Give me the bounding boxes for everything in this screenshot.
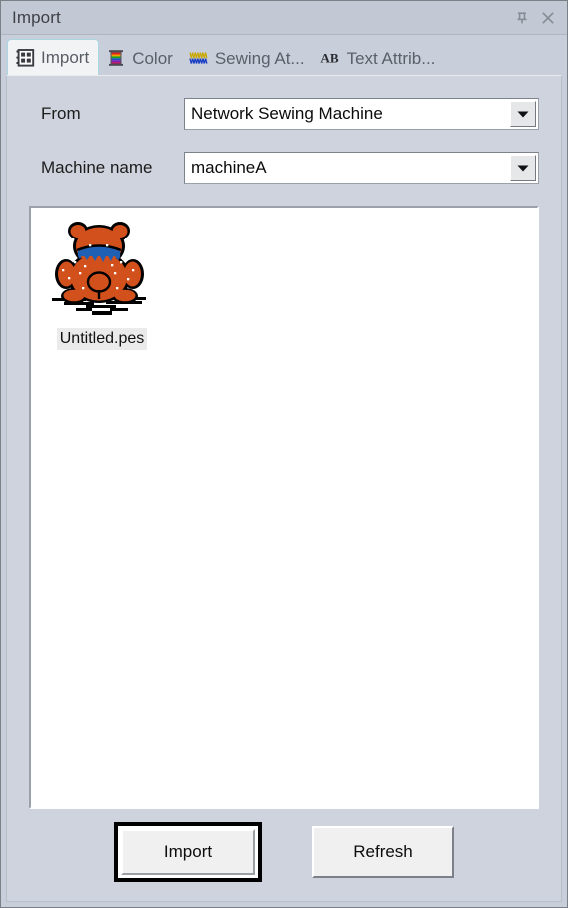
tab-import[interactable]: Import	[7, 39, 100, 75]
stitches-icon	[188, 47, 210, 69]
refresh-button[interactable]: Refresh	[312, 826, 454, 878]
svg-text:AB: AB	[320, 50, 338, 65]
dialog-button-bar: Import Refresh	[7, 809, 561, 901]
tab-sewing-attributes-label: Sewing At...	[214, 48, 305, 68]
refresh-button-label: Refresh	[353, 842, 413, 861]
design-file-list[interactable]: Untitled.pes	[29, 206, 539, 809]
from-label: From	[41, 104, 81, 123]
from-row: From Network Sewing Machine	[29, 98, 539, 130]
ab-text-icon: AB	[320, 47, 342, 69]
machine-name-dropdown[interactable]: machineA	[184, 152, 539, 184]
import-button[interactable]: Import	[121, 829, 255, 875]
tab-color[interactable]: Color	[99, 41, 182, 75]
tab-strip: Import Color Sewing At... AB Text Attrib…	[1, 35, 567, 75]
machine-name-label: Machine name	[41, 158, 153, 177]
from-dropdown-value: Network Sewing Machine	[191, 104, 383, 123]
import-dialog-window: Import Import Color Sewing At... AB Text…	[0, 0, 568, 908]
from-dropdown[interactable]: Network Sewing Machine	[184, 98, 539, 130]
title-bar: Import	[1, 1, 567, 35]
machine-name-dropdown-value: machineA	[191, 158, 267, 177]
import-button-label: Import	[163, 842, 213, 861]
thread-spool-icon	[105, 47, 127, 69]
list-item[interactable]: Untitled.pes	[41, 216, 163, 350]
tab-text-attributes[interactable]: AB Text Attrib...	[314, 41, 445, 75]
tab-text-attributes-label: Text Attrib...	[346, 48, 436, 68]
chevron-down-icon[interactable]	[510, 155, 536, 181]
chevron-down-icon[interactable]	[510, 101, 536, 127]
machine-name-row: Machine name machineA	[29, 152, 539, 184]
tab-sewing-attributes[interactable]: Sewing At...	[182, 41, 314, 75]
pin-icon[interactable]	[509, 5, 535, 31]
close-icon[interactable]	[535, 5, 561, 31]
import-source-form: From Network Sewing Machine Machine name…	[7, 76, 561, 206]
tab-color-label: Color	[132, 48, 173, 68]
grid-table-icon	[14, 47, 36, 69]
list-item-filename: Untitled.pes	[56, 328, 148, 350]
import-panel: From Network Sewing Machine Machine name…	[6, 75, 562, 902]
teddy-bear-embroidery-thumbnail	[46, 216, 158, 328]
import-button-default-focus-ring: Import	[114, 822, 262, 882]
tab-import-label: Import	[41, 48, 90, 67]
window-title: Import	[12, 7, 61, 27]
